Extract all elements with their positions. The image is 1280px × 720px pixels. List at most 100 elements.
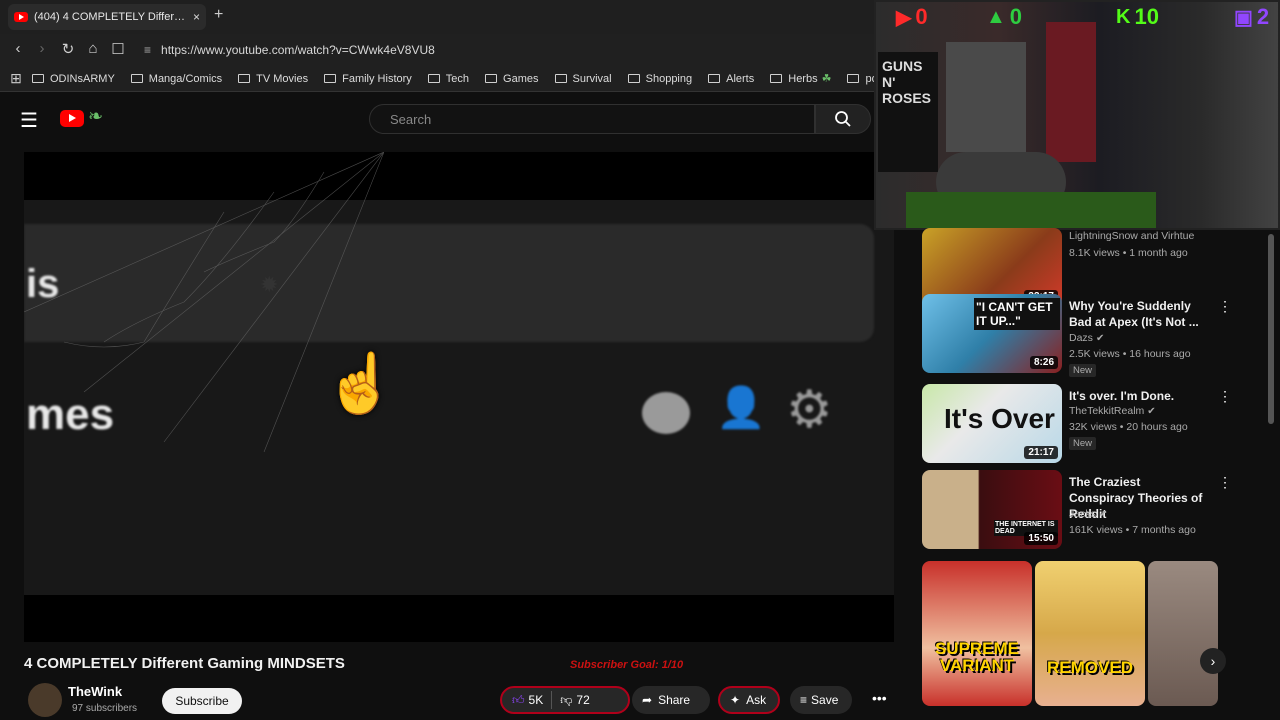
- site-info-icon[interactable]: ≡: [144, 43, 151, 57]
- subscribe-button[interactable]: Subscribe: [162, 688, 242, 714]
- folder-icon: [708, 74, 721, 83]
- thumbs-up-icon: 👍︎: [512, 692, 525, 707]
- twitch-icon: ▣: [1234, 6, 1253, 29]
- verified-icon: ✔: [1095, 333, 1105, 344]
- recommendation-item[interactable]: "I CAN'T GET IT UP..." 8:26 Why You're S…: [922, 294, 1242, 377]
- short-thumbnail[interactable]: REMOVED: [1035, 561, 1145, 706]
- share-icon: ➦: [642, 693, 653, 707]
- video-title[interactable]: It's over. I'm Done.: [1069, 388, 1209, 404]
- ask-button[interactable]: ✦ Ask: [718, 686, 780, 714]
- channel-name[interactable]: TheWink: [68, 684, 122, 699]
- more-options-icon[interactable]: ⋮: [1218, 388, 1232, 405]
- apps-grid-icon[interactable]: ⊞: [0, 70, 32, 87]
- dislike-button[interactable]: 👎︎ 72: [560, 693, 590, 708]
- twitch-viewers: ▣ 2: [1234, 4, 1270, 29]
- video-meta: 2.5K views • 16 hours ago: [1069, 348, 1191, 360]
- bookmark-folder[interactable]: Herbs ☘: [770, 72, 831, 85]
- subscriber-count: 97 subscribers: [72, 703, 138, 714]
- youtube-icon: ▶: [896, 6, 912, 29]
- folder-icon: [324, 74, 337, 83]
- thumbnail-text: It's Over: [944, 403, 1055, 434]
- bookmark-folder[interactable]: Survival: [554, 73, 612, 85]
- gear-icon: ⚙: [786, 381, 833, 439]
- short-label: SUPREME VARIANT: [934, 639, 1020, 675]
- recommendations-sidebar: 33:17 LightningSnow and Virhtue 8.1K vie…: [908, 226, 1242, 720]
- video-title[interactable]: Why You're Suddenly Bad at Apex (It's No…: [1069, 298, 1209, 330]
- close-tab-icon[interactable]: ×: [193, 10, 200, 24]
- bookmark-folder[interactable]: Manga/Comics: [130, 73, 222, 85]
- reload-icon[interactable]: ↻: [58, 40, 78, 58]
- channel-name[interactable]: LightningSnow and Virhtue: [1069, 230, 1194, 242]
- like-button[interactable]: 👍︎ 5K: [512, 693, 543, 708]
- duration-badge: 15:50: [1024, 532, 1058, 545]
- forward-icon[interactable]: ›: [32, 40, 52, 57]
- chat-bubble-icon: [642, 392, 690, 434]
- bookmark-folder[interactable]: Family History: [324, 73, 412, 85]
- channel-avatar[interactable]: [28, 683, 62, 717]
- recommendation-item[interactable]: THE INTERNET IS DEAD 15:50 The Craziest …: [922, 470, 1242, 550]
- folder-icon: [427, 74, 440, 83]
- green-blanket: [906, 192, 1156, 228]
- channel-name[interactable]: Dazs ✔: [1069, 332, 1104, 344]
- wall-banner: [1046, 22, 1096, 162]
- doodle-logo-icon[interactable]: ❧: [88, 106, 103, 127]
- folder-icon: [485, 74, 498, 83]
- subscriber-goal: Subscriber Goal: 1/10: [570, 659, 684, 671]
- search-button[interactable]: [815, 104, 871, 134]
- youtube-logo[interactable]: [60, 110, 84, 127]
- spiderweb-decoration: [24, 152, 384, 452]
- like-dislike-group: 👍︎ 5K 👎︎ 72: [500, 686, 630, 714]
- video-thumbnail[interactable]: "I CAN'T GET IT UP..." 8:26: [922, 294, 1062, 373]
- bookmark-icon[interactable]: ☐: [108, 40, 128, 58]
- share-button[interactable]: ➦ Share: [632, 686, 710, 714]
- kick-icon: K: [1116, 5, 1131, 28]
- folder-icon: [627, 74, 640, 83]
- duration-badge: 8:26: [1029, 356, 1058, 369]
- url-field[interactable]: ≡ https://www.youtube.com/watch?v=CWwk4e…: [138, 39, 878, 61]
- tab-title: (404) 4 COMPLETELY Different G: [34, 11, 187, 23]
- bookmark-folder[interactable]: Tech: [427, 73, 469, 85]
- short-thumbnail[interactable]: [1148, 561, 1218, 706]
- video-player[interactable]: is mes 👤 ⚙ ✹ ☝: [24, 152, 894, 642]
- bookmark-folder[interactable]: Alerts: [708, 73, 754, 85]
- recommendation-item[interactable]: It's Over 21:17 It's over. I'm Done. The…: [922, 384, 1242, 464]
- video-title: 4 COMPLETELY Different Gaming MINDSETS: [24, 655, 345, 672]
- browser-tab[interactable]: (404) 4 COMPLETELY Different G ×: [8, 4, 206, 30]
- channel-name[interactable]: TheTekkitRealm ✔: [1069, 405, 1156, 417]
- video-meta: 161K views • 7 months ago: [1069, 524, 1196, 536]
- thumbnail-text: "I CAN'T GET IT UP...": [974, 298, 1060, 330]
- hamburger-menu-icon[interactable]: ☰: [20, 108, 38, 133]
- more-actions-icon[interactable]: •••: [872, 690, 887, 706]
- bookmark-folder[interactable]: Games: [485, 73, 539, 85]
- shirt-text: GUNS N' ROSES: [882, 58, 932, 106]
- bookmark-folder[interactable]: ODINsARMY: [32, 73, 115, 85]
- bookmark-folder[interactable]: TV Movies: [238, 73, 308, 85]
- video-meta: 32K views • 20 hours ago: [1069, 421, 1188, 433]
- video-thumbnail[interactable]: THE INTERNET IS DEAD 15:50: [922, 470, 1062, 549]
- folder-icon: [32, 74, 44, 83]
- rumble-icon: ▲: [986, 5, 1006, 28]
- folder-icon: [238, 74, 251, 83]
- more-options-icon[interactable]: ⋮: [1218, 298, 1232, 315]
- new-tab-button[interactable]: +: [214, 6, 223, 24]
- bookmark-folder[interactable]: Shopping: [627, 73, 692, 85]
- kick-viewers: K 10: [1116, 4, 1159, 29]
- youtube-favicon-icon: [14, 12, 28, 22]
- short-label: REMOVED: [1047, 658, 1133, 677]
- url-text: https://www.youtube.com/watch?v=CWwk4eV8…: [161, 43, 435, 57]
- back-icon[interactable]: ‹: [8, 40, 28, 57]
- save-button[interactable]: ≡ Save: [790, 686, 852, 714]
- verified-icon: ✔: [1098, 509, 1108, 520]
- search-input[interactable]: Search: [369, 104, 815, 134]
- scrollbar[interactable]: [1268, 234, 1274, 424]
- rumble-viewers: ▲ 0: [986, 4, 1023, 29]
- more-options-icon[interactable]: ⋮: [1218, 474, 1232, 491]
- save-icon: ≡: [800, 693, 808, 707]
- chevron-right-icon[interactable]: ›: [1200, 648, 1226, 674]
- home-icon[interactable]: ⌂: [83, 40, 103, 57]
- youtube-viewers: ▶ 0: [896, 4, 928, 29]
- wall-poster: [946, 42, 1026, 152]
- video-thumbnail[interactable]: It's Over 21:17: [922, 384, 1062, 463]
- channel-name[interactable]: Jacks ✔: [1069, 508, 1107, 520]
- short-thumbnail[interactable]: SUPREME VARIANT: [922, 561, 1032, 706]
